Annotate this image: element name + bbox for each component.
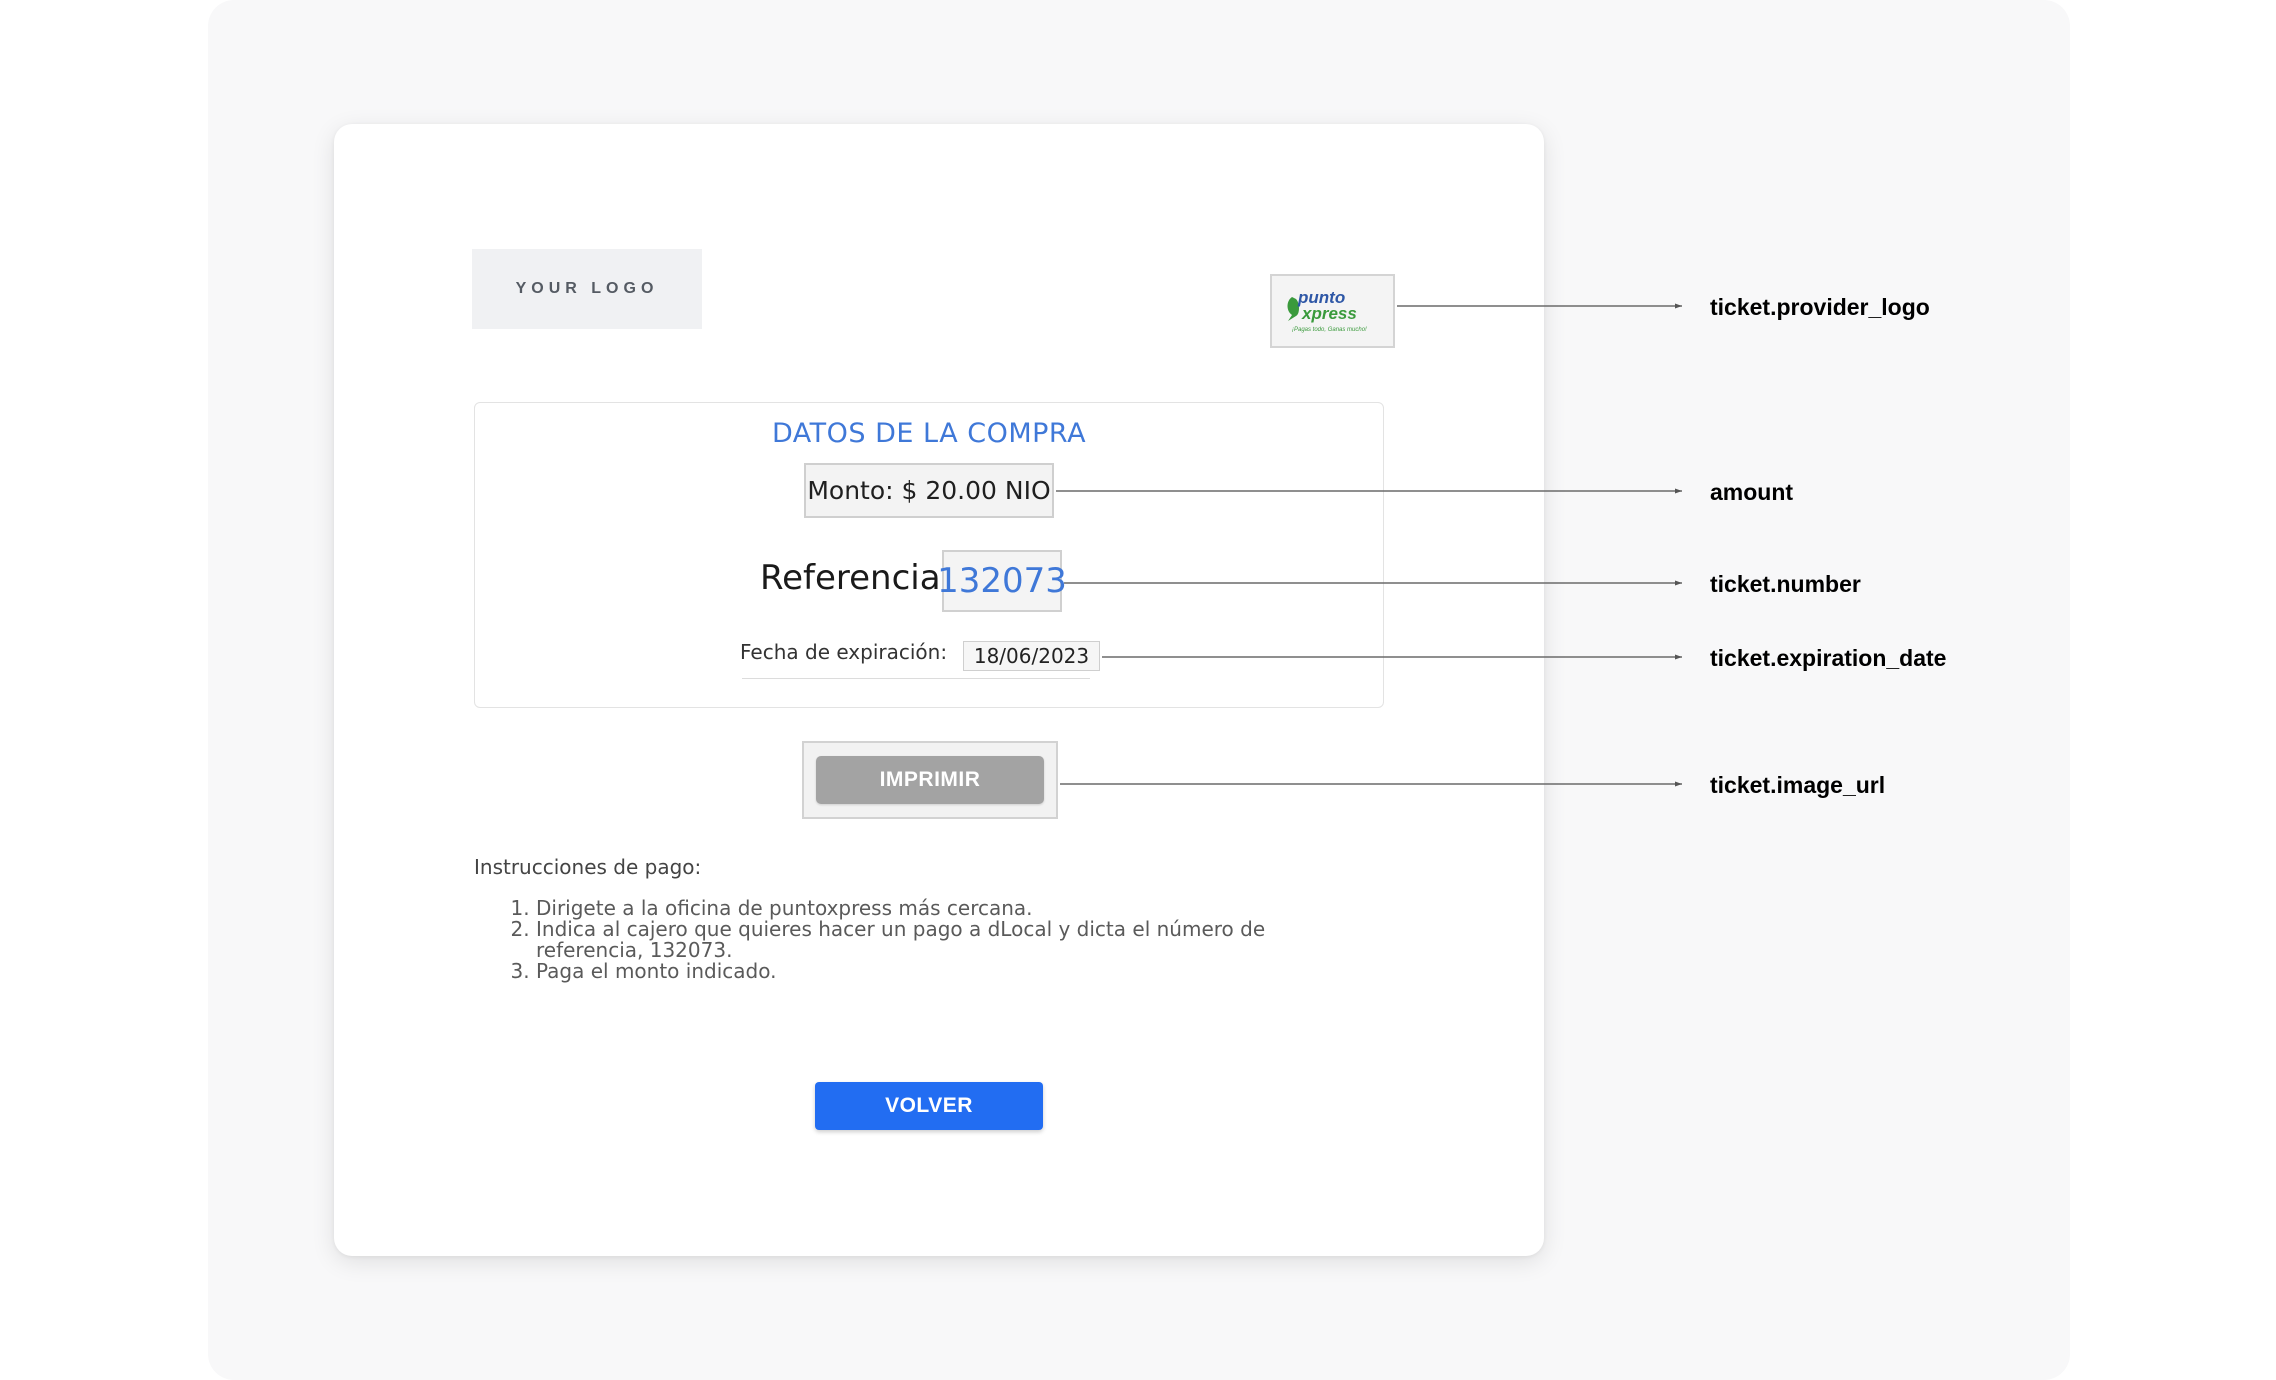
annotation-label: ticket.provider_logo [1710, 294, 1930, 320]
annotation-label: amount [1710, 479, 1793, 505]
annotation-label: ticket.image_url [1710, 772, 1885, 798]
annotation-label: ticket.expiration_date [1710, 645, 1946, 671]
annotation-layer: ticket.provider_logo amount ticket.numbe… [1056, 294, 1946, 798]
annotation-label: ticket.number [1710, 571, 1861, 597]
